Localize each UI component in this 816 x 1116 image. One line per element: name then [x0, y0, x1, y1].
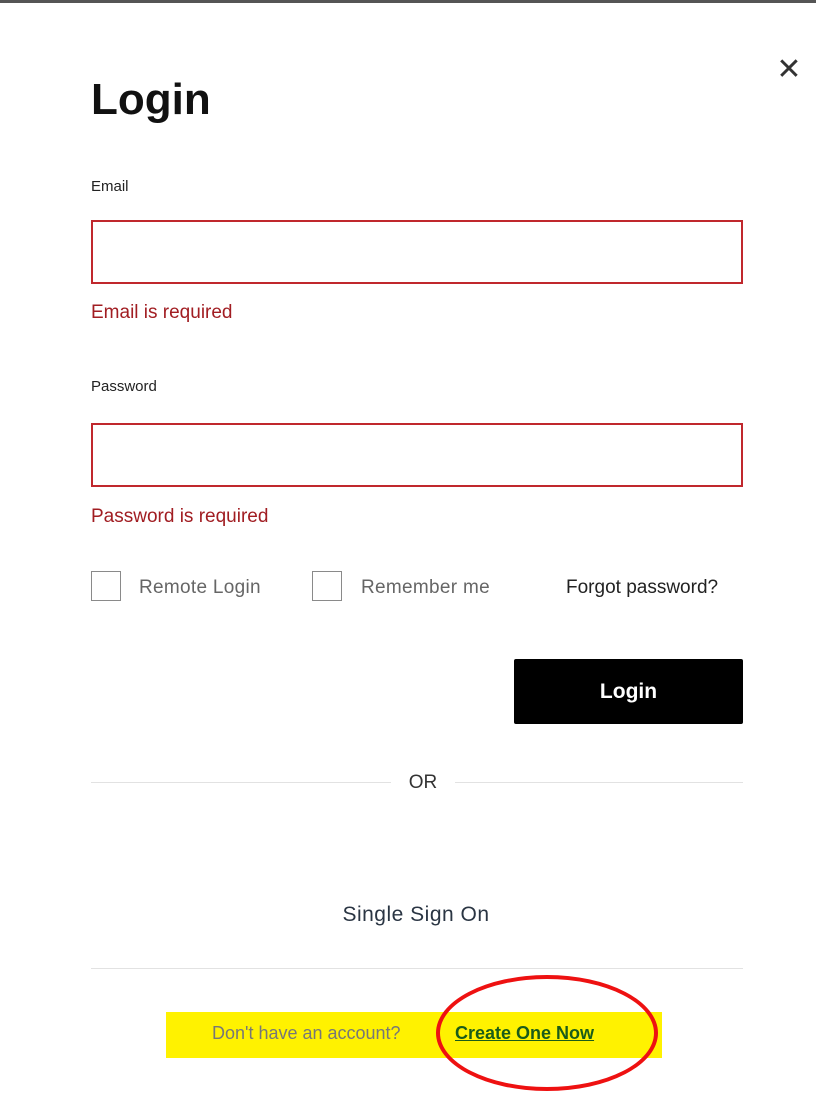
password-label: Password [91, 378, 157, 395]
login-button[interactable]: Login [514, 659, 743, 724]
create-account-link[interactable]: Create One Now [455, 1023, 594, 1044]
email-label: Email [91, 178, 129, 195]
signup-prompt: Don't have an account? [212, 1023, 401, 1043]
password-field[interactable] [91, 423, 743, 487]
or-separator: OR [408, 772, 438, 793]
forgot-password-link[interactable]: Forgot password? [566, 577, 718, 599]
login-dialog: ✕ Login Email Email is required Password… [0, 0, 816, 1116]
footer-divider [91, 968, 743, 969]
email-field[interactable] [91, 220, 743, 284]
remember-me-checkbox[interactable] [312, 571, 342, 601]
single-sign-on-link[interactable]: Single Sign On [316, 903, 516, 927]
remote-login-checkbox[interactable] [91, 571, 121, 601]
password-error: Password is required [91, 506, 269, 527]
remote-login-label[interactable]: Remote Login [139, 577, 261, 599]
close-icon[interactable]: ✕ [775, 55, 803, 85]
dialog-title: Login [91, 75, 211, 124]
or-divider-left [91, 782, 391, 783]
remember-me-label[interactable]: Remember me [361, 577, 490, 599]
top-border [0, 0, 816, 3]
or-divider-right [455, 782, 743, 783]
email-error: Email is required [91, 302, 233, 323]
